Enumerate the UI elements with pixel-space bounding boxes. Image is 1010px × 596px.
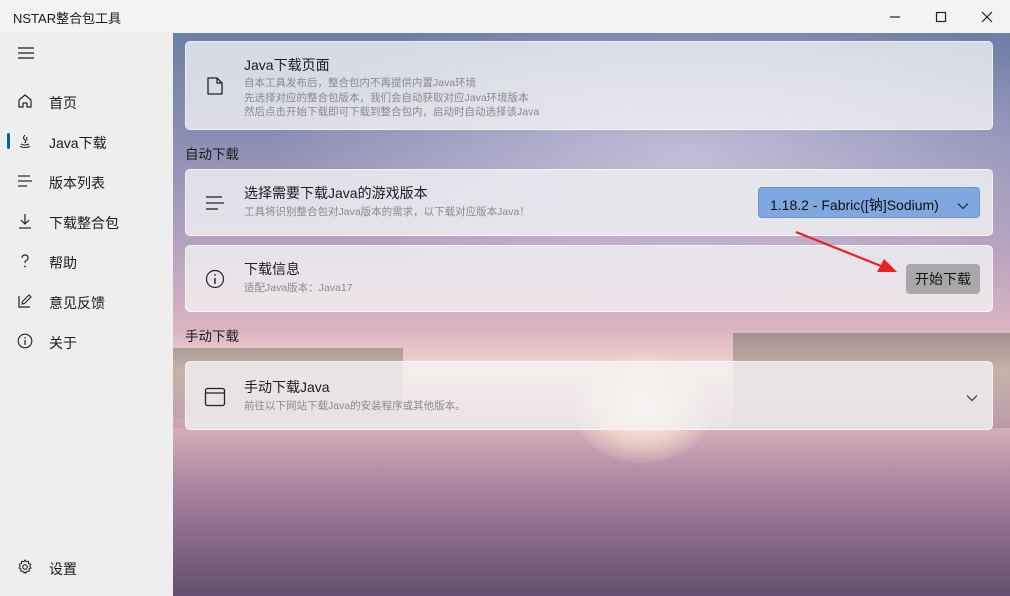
sidebar-item-label: 下载整合包 [49,215,119,231]
sidebar-item-label: Java下载 [49,135,107,151]
title-bar: NSTAR整合包工具 [0,0,1010,33]
manual-download-section-label: 手动下载 [185,329,239,344]
header-card-line: 然后点击开始下载即可下载到整合包内，启动时自动选择该Java [244,106,540,118]
sidebar-item-settings[interactable]: 设置 [4,549,169,585]
sidebar-item-home[interactable]: 首页 [4,83,169,119]
java-download-header-card: Java下载页面 自本工具发布后，整合包内不再提供内置Java环境 先选择对应的… [185,41,993,130]
download-icon [16,212,34,230]
info-icon [16,332,34,350]
hamburger-button[interactable] [14,43,38,63]
gear-icon [16,558,34,576]
version-select-title: 选择需要下载Java的游戏版本 [244,185,428,201]
maximize-icon [935,11,947,22]
chevron-down-icon[interactable] [966,389,978,407]
sidebar-item-label: 版本列表 [49,175,105,191]
lines-icon [204,192,226,214]
sidebar-item-label: 关于 [49,335,77,351]
auto-download-section-label: 自动下载 [185,147,239,162]
sidebar: 首页 Java下载 版本列表 下载整合包 帮助 意见反馈 关于 设置 [0,33,173,596]
hamburger-icon [18,47,34,59]
main-content: Java下载页面 自本工具发布后，整合包内不再提供内置Java环境 先选择对应的… [173,33,1010,596]
download-info-title: 下载信息 [244,261,300,277]
background-water [173,428,1010,596]
close-button[interactable] [964,0,1010,33]
sidebar-item-java-download[interactable]: Java下载 [4,123,169,159]
header-card-line: 自本工具发布后，整合包内不再提供内置Java环境 [244,77,477,89]
selected-indicator [7,133,10,149]
close-icon [981,11,993,22]
version-select-card: 选择需要下载Java的游戏版本 工具将识别整合包对Java版本的需求，以下载对应… [185,169,993,236]
window-icon [204,386,226,408]
manual-download-expander[interactable]: 手动下载Java 前往以下网站下载Java的安装程序或其他版本。 [185,361,993,430]
manual-download-desc: 前往以下网站下载Java的安装程序或其他版本。 [244,400,466,412]
sidebar-item-label: 帮助 [49,255,77,271]
app-title: NSTAR整合包工具 [13,11,122,26]
manual-download-title: 手动下载Java [244,379,330,395]
header-card-title: Java下载页面 [244,57,330,73]
minimize-icon [890,15,900,18]
java-icon [16,132,34,150]
sidebar-item-feedback[interactable]: 意见反馈 [4,283,169,319]
start-download-button[interactable]: 开始下载 [906,264,980,294]
document-icon [204,75,226,97]
game-version-value: 1.18.2 - Fabric([钠]Sodium) [770,197,939,213]
sidebar-item-about[interactable]: 关于 [4,323,169,359]
feedback-icon [16,292,34,310]
list-icon [16,172,34,190]
sidebar-item-label: 意见反馈 [49,295,105,311]
maximize-button[interactable] [918,0,964,33]
minimize-button[interactable] [872,0,918,33]
home-icon [16,92,34,110]
download-info-card: 下载信息 适配Java版本：Java17 开始下载 [185,245,993,312]
sidebar-item-download-pack[interactable]: 下载整合包 [4,203,169,239]
sidebar-item-label: 设置 [49,561,77,577]
sidebar-item-version-list[interactable]: 版本列表 [4,163,169,199]
header-card-line: 先选择对应的整合包版本，我们会自动获取对应Java环境版本 [244,92,529,104]
info-icon [204,268,226,290]
chevron-down-icon [957,197,969,215]
question-icon [16,252,34,270]
sidebar-item-label: 首页 [49,95,77,111]
game-version-dropdown[interactable]: 1.18.2 - Fabric([钠]Sodium) [758,187,980,218]
sidebar-item-help[interactable]: 帮助 [4,243,169,279]
version-select-desc: 工具将识别整合包对Java版本的需求，以下载对应版本Java！ [244,206,530,218]
download-info-desc: 适配Java版本：Java17 [244,282,353,294]
